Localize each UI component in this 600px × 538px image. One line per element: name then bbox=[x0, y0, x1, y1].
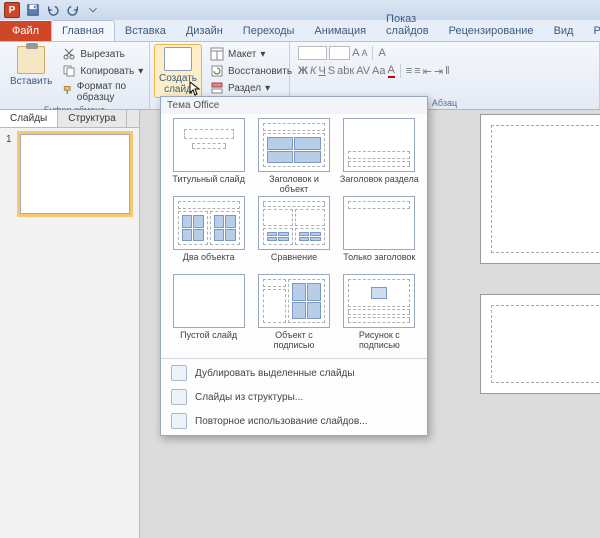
reset-icon bbox=[210, 64, 224, 78]
paste-label: Вставить bbox=[10, 76, 52, 87]
layout-title-content[interactable]: Заголовок и объект bbox=[254, 118, 333, 194]
gallery-theme-label: Тема Office bbox=[161, 97, 427, 114]
outline-icon bbox=[171, 389, 187, 405]
layout-comparison[interactable]: Сравнение bbox=[254, 196, 333, 272]
bold-icon[interactable]: Ж bbox=[298, 65, 308, 77]
layout-blank[interactable]: Пустой слайд bbox=[169, 274, 248, 350]
undo-icon[interactable] bbox=[46, 3, 60, 17]
slide-area bbox=[480, 114, 600, 534]
editing-slide[interactable] bbox=[480, 114, 600, 264]
layout-content-caption[interactable]: Объект с подписью bbox=[254, 274, 333, 350]
layout-two-content[interactable]: Два объекта bbox=[169, 196, 248, 272]
tab-insert[interactable]: Вставка bbox=[115, 21, 176, 41]
indent-right-icon[interactable]: ⇥ bbox=[434, 65, 443, 78]
case-icon[interactable]: Aa bbox=[372, 65, 385, 77]
chevron-down-icon: ▾ bbox=[265, 83, 270, 94]
duplicate-icon bbox=[171, 365, 187, 381]
shadow-icon[interactable]: abк bbox=[337, 65, 354, 77]
grow-font-icon[interactable]: A bbox=[352, 47, 359, 59]
new-slide-button[interactable]: Создать слайд bbox=[154, 44, 202, 98]
thumbnail-number: 1 bbox=[6, 134, 16, 214]
gallery-footer: Дублировать выделенные слайды Слайды из … bbox=[161, 358, 427, 435]
editing-slide-secondary[interactable] bbox=[480, 294, 600, 394]
slides-from-outline-item[interactable]: Слайды из структуры... bbox=[161, 385, 427, 409]
spacing-icon[interactable]: AV bbox=[356, 65, 370, 77]
reuse-icon bbox=[171, 413, 187, 429]
clipboard-group: Вставить Вырезать Копировать▾ Формат по … bbox=[0, 42, 150, 109]
clear-format-icon[interactable]: A bbox=[378, 47, 385, 59]
copy-button[interactable]: Копировать▾ bbox=[58, 63, 147, 79]
tab-view[interactable]: Вид bbox=[544, 21, 584, 41]
brush-icon bbox=[62, 85, 72, 99]
paste-icon bbox=[17, 46, 45, 74]
layout-icon bbox=[210, 47, 224, 61]
italic-icon[interactable]: К bbox=[310, 65, 316, 77]
layout-title-only[interactable]: Только заголовок bbox=[340, 196, 419, 272]
reset-button[interactable]: Восстановить bbox=[206, 63, 296, 79]
redo-icon[interactable] bbox=[66, 3, 80, 17]
shrink-font-icon[interactable]: A bbox=[361, 48, 367, 58]
line-spacing-icon[interactable]: ‖ bbox=[445, 65, 450, 77]
font-color-icon[interactable]: A bbox=[388, 64, 395, 78]
cut-button[interactable]: Вырезать bbox=[58, 46, 147, 62]
strike-icon[interactable]: S bbox=[328, 65, 335, 77]
thumbnail-list: 1 bbox=[0, 128, 139, 220]
thumbnail-preview bbox=[20, 134, 130, 214]
tab-design[interactable]: Дизайн bbox=[176, 21, 233, 41]
size-box[interactable] bbox=[329, 46, 350, 60]
tab-home[interactable]: Главная bbox=[51, 20, 115, 41]
font-box[interactable] bbox=[298, 46, 327, 60]
chevron-down-icon: ▾ bbox=[260, 49, 265, 60]
numbering-icon[interactable]: ≡ bbox=[414, 65, 420, 77]
layout-section-header[interactable]: Заголовок раздела bbox=[340, 118, 419, 194]
new-slide-gallery: Тема Office Титульный слайд Заголовок и … bbox=[160, 96, 428, 436]
tab-outline[interactable]: Структура bbox=[58, 110, 126, 127]
reuse-slides-item[interactable]: Повторное использование слайдов... bbox=[161, 409, 427, 433]
format-painter-button[interactable]: Формат по образцу bbox=[58, 80, 147, 104]
new-slide-label: Создать слайд bbox=[159, 73, 197, 95]
save-icon[interactable] bbox=[26, 3, 40, 17]
slide-panel: Слайды Структура 1 bbox=[0, 110, 140, 538]
layout-picture-caption[interactable]: Рисунок с подписью bbox=[340, 274, 419, 350]
section-button[interactable]: Раздел▾ bbox=[206, 80, 296, 96]
paste-button[interactable]: Вставить bbox=[4, 44, 58, 104]
section-icon bbox=[210, 81, 224, 95]
layout-title-slide[interactable]: Титульный слайд bbox=[169, 118, 248, 194]
tab-file[interactable]: Файл bbox=[0, 21, 51, 41]
layout-button[interactable]: Макет▾ bbox=[206, 46, 296, 62]
qat-dropdown-icon[interactable] bbox=[86, 3, 100, 17]
app-icon: P bbox=[4, 2, 20, 18]
tab-extra[interactable]: Расклад bbox=[583, 21, 600, 41]
new-slide-icon bbox=[164, 47, 192, 71]
chevron-down-icon: ▾ bbox=[138, 66, 143, 77]
ribbon-tabs: Файл Главная Вставка Дизайн Переходы Ани… bbox=[0, 20, 600, 42]
underline-icon[interactable]: Ч bbox=[318, 65, 325, 77]
title-bar: P bbox=[0, 0, 600, 20]
copy-icon bbox=[62, 64, 76, 78]
cut-icon bbox=[62, 47, 76, 61]
tab-review[interactable]: Рецензирование bbox=[439, 21, 544, 41]
duplicate-slides-item[interactable]: Дублировать выделенные слайды bbox=[161, 361, 427, 385]
tab-transitions[interactable]: Переходы bbox=[233, 21, 305, 41]
bullets-icon[interactable]: ≡ bbox=[406, 65, 412, 77]
indent-left-icon[interactable]: ⇤ bbox=[423, 65, 432, 78]
cursor-icon bbox=[189, 81, 201, 97]
tab-slides-thumbs[interactable]: Слайды bbox=[0, 110, 58, 127]
tab-slideshow[interactable]: Показ слайдов bbox=[376, 9, 439, 41]
tab-animations[interactable]: Анимация bbox=[304, 21, 376, 41]
slidepanel-tabs: Слайды Структура bbox=[0, 110, 139, 128]
thumbnail-item[interactable]: 1 bbox=[6, 134, 133, 214]
